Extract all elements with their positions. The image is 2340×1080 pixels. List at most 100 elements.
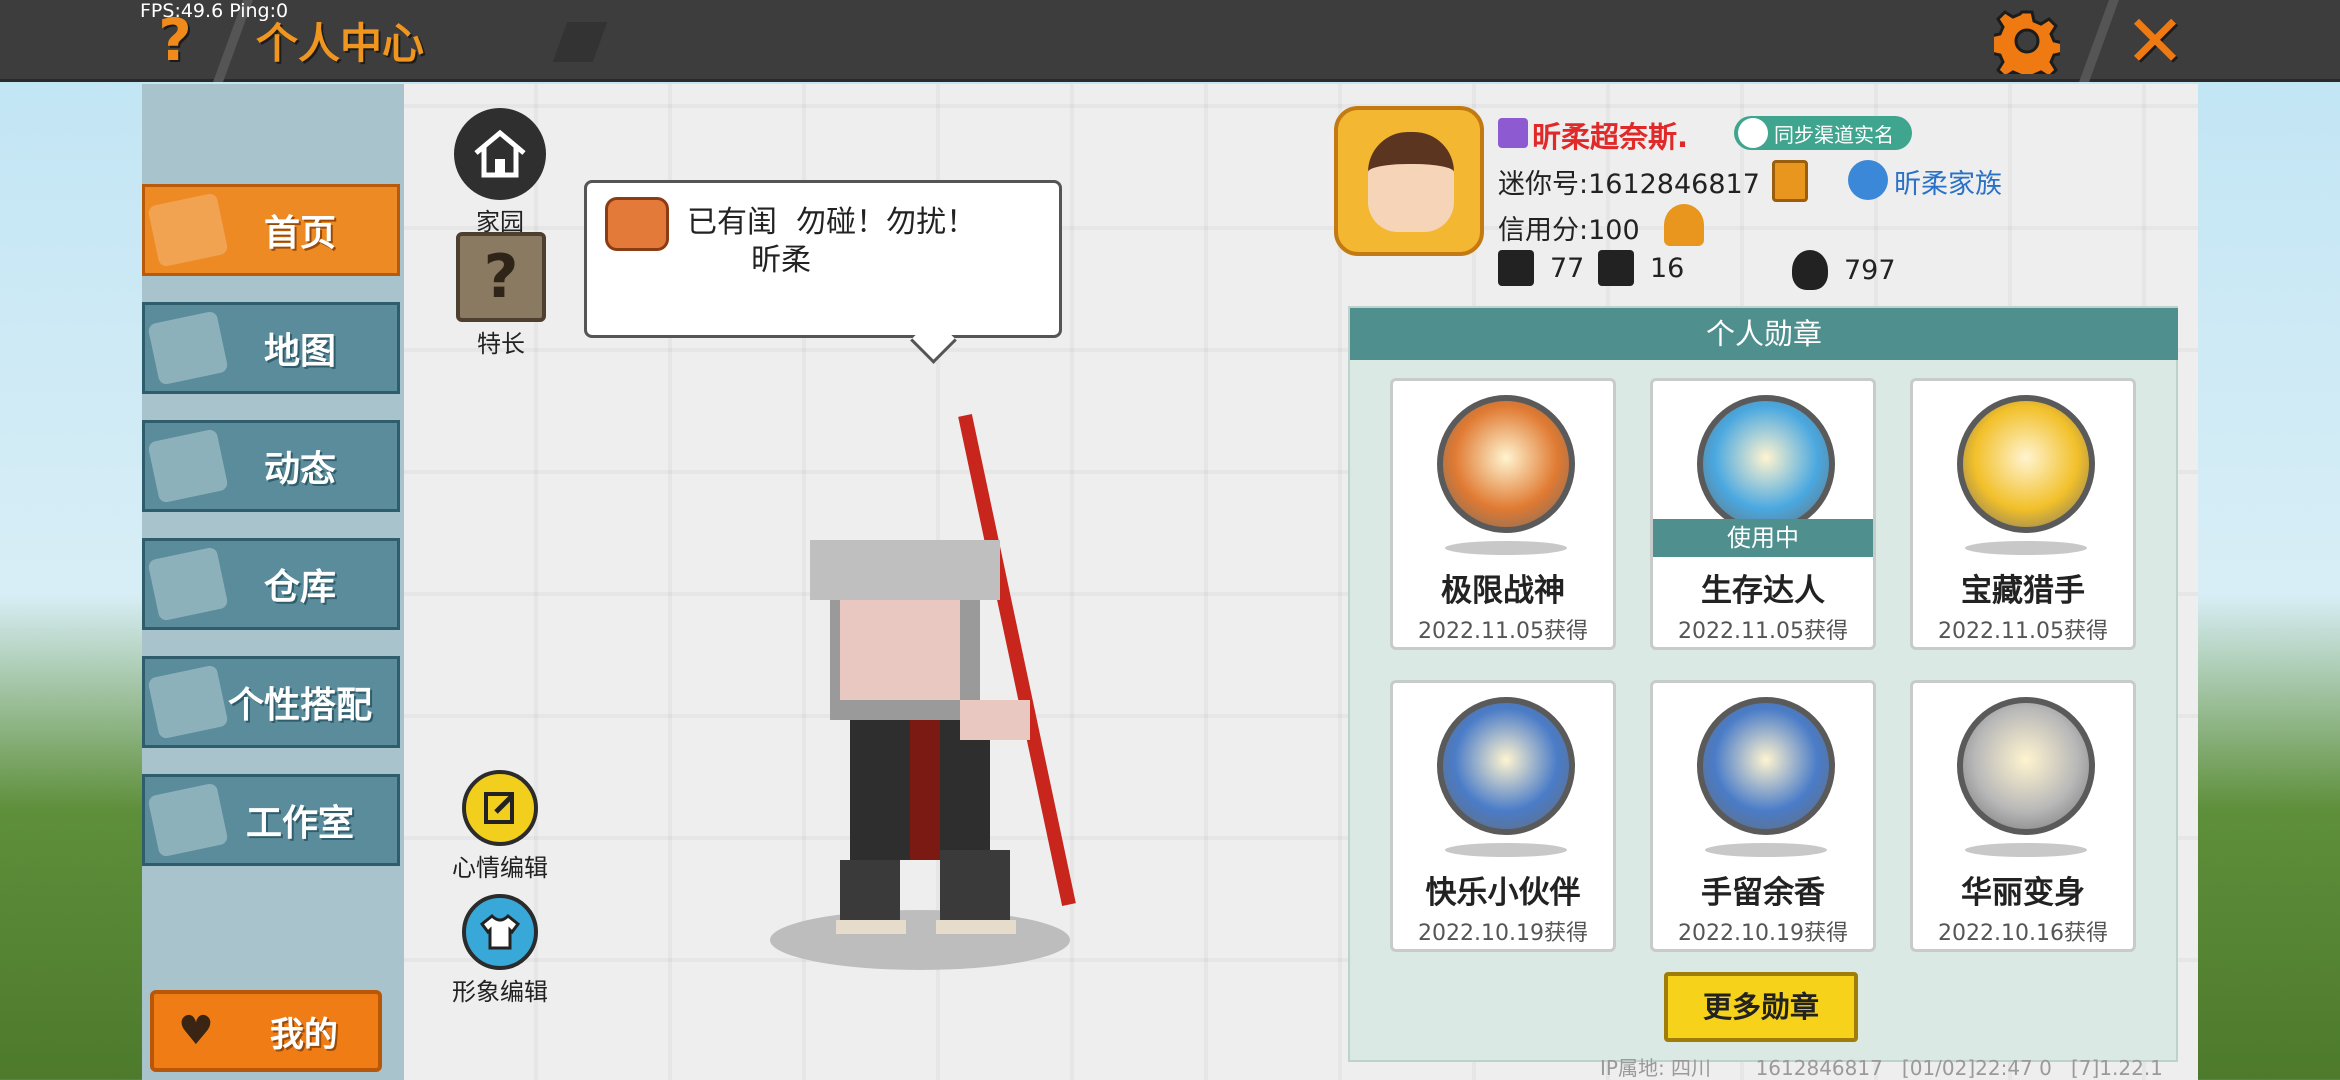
badge-name: 极限战神 — [1441, 573, 1565, 609]
credit-score: 信用分:100 — [1498, 215, 1640, 246]
footer-time: [01/02]22:47 0 — [1901, 1056, 2052, 1080]
transform-medal-icon — [1957, 697, 2095, 835]
badge-card[interactable]: 手留余香 2022.10.19获得 — [1650, 680, 1876, 952]
family-name[interactable]: 昕柔家族 — [1894, 162, 2002, 201]
mood-face-icon — [605, 197, 669, 251]
player-avatar — [770, 414, 1076, 970]
nav-item-warehouse[interactable]: 仓库 — [142, 538, 400, 630]
badge-card[interactable]: 宝藏猎手 2022.11.05获得 — [1910, 378, 2136, 650]
top-bar: ? 个人中心 ✕ — [0, 0, 2340, 82]
more-badges-button[interactable]: 更多勋章 — [1664, 972, 1858, 1042]
side-nav: 首页 地图 动态 仓库 个性搭配 工作室 — [142, 84, 404, 1080]
avatar-edit-label: 形象编辑 — [452, 978, 548, 1006]
friends-medal-icon — [1437, 697, 1575, 835]
home-garden-button[interactable]: 家园 — [454, 108, 546, 237]
fps-readout: FPS:49.6 Ping:0 — [140, 0, 289, 22]
ip-location: IP属地: 四川 — [1600, 1056, 1712, 1080]
badge-date: 2022.10.19获得 — [1418, 921, 1588, 946]
badge-date: 2022.10.19获得 — [1678, 921, 1848, 946]
family-star-icon[interactable] — [1848, 160, 1888, 200]
home-icon — [147, 192, 229, 268]
treasure-medal-icon — [1957, 395, 2095, 533]
nav-label: 地图 — [263, 331, 336, 372]
divider — [2079, 0, 2119, 82]
gear-icon[interactable] — [1994, 8, 2060, 74]
shirt-icon — [462, 894, 538, 970]
badge-date: 2022.11.05获得 — [1678, 619, 1848, 644]
badge-name: 华丽变身 — [1961, 875, 2085, 911]
vip-crown-icon — [1498, 118, 1528, 148]
studio-icon — [147, 782, 229, 858]
badge-shadow — [1705, 843, 1827, 857]
house-icon — [454, 108, 546, 200]
footer-info: IP属地: 四川 1612846817 [01/02]22:47 0 [7]1.… — [1600, 1052, 2163, 1080]
mine-label: 我的 — [269, 1014, 338, 1055]
nav-item-outfit[interactable]: 个性搭配 — [142, 656, 400, 748]
question-icon: ? — [456, 232, 546, 322]
nav-label: 个性搭配 — [227, 685, 372, 726]
stat-fans-value: 16 — [1650, 252, 1685, 284]
badge-name: 快乐小伙伴 — [1425, 875, 1581, 911]
person-icon[interactable] — [1664, 204, 1704, 246]
badge-shadow — [1965, 541, 2087, 555]
footer-version: [7]1.22.1 — [2070, 1056, 2163, 1080]
cheer-icon — [1598, 250, 1634, 286]
stat-popularity: 797 — [1792, 250, 1896, 290]
sync-realname-label: 同步渠道实名 — [1774, 122, 1894, 147]
map-icon — [147, 310, 229, 386]
pencil-icon — [462, 770, 538, 846]
fire-medal-icon — [1697, 395, 1835, 533]
outfit-icon — [147, 664, 229, 740]
badge-name: 手留余香 — [1701, 875, 1825, 911]
badge-card[interactable]: 使用中 生存达人 2022.11.05获得 — [1650, 378, 1876, 650]
nav-label: 仓库 — [263, 567, 336, 608]
footer-uid: 1612846817 — [1755, 1056, 1883, 1080]
box-icon — [147, 546, 229, 622]
fragrance-medal-icon — [1697, 697, 1835, 835]
plus-icon — [1498, 250, 1534, 286]
badge-date: 2022.11.05获得 — [1938, 619, 2108, 644]
mood-text-line1: 已有闺 勿碰！勿扰！ — [687, 205, 977, 240]
nav-item-map[interactable]: 地图 — [142, 302, 400, 394]
badge-date: 2022.11.05获得 — [1418, 619, 1588, 644]
stat-fans: 16 — [1598, 250, 1684, 286]
badge-card[interactable]: 极限战神 2022.11.05获得 — [1390, 378, 1616, 650]
badge-card[interactable]: 华丽变身 2022.10.16获得 — [1910, 680, 2136, 952]
copy-id-icon[interactable] — [1772, 160, 1808, 202]
badge-shadow — [1445, 843, 1567, 857]
bell-icon — [147, 428, 229, 504]
badge-card[interactable]: 快乐小伙伴 2022.10.19获得 — [1390, 680, 1616, 952]
mood-speech-bubble: 已有闺 勿碰！勿扰！ 昕柔 — [584, 180, 1062, 338]
badge-shadow — [1965, 843, 2087, 857]
username: 昕柔超奈斯. — [1532, 120, 1689, 154]
nav-label: 工作室 — [245, 803, 354, 844]
badge-date: 2022.10.16获得 — [1938, 921, 2108, 946]
person-check-icon — [1738, 118, 1768, 148]
stat-plus-value: 77 — [1550, 252, 1585, 284]
fire-icon — [1792, 250, 1828, 290]
mood-edit-label: 心情编辑 — [452, 854, 548, 882]
badge-name: 生存达人 — [1701, 573, 1825, 609]
talent-button[interactable]: ? 特长 — [456, 232, 546, 359]
mood-edit-button[interactable]: 心情编辑 — [452, 770, 548, 883]
heart-icon: ♥ — [178, 1008, 214, 1054]
close-icon[interactable]: ✕ — [2120, 5, 2190, 77]
nav-label: 首页 — [263, 213, 336, 254]
stat-plus: 77 — [1498, 250, 1584, 286]
boss-medal-icon — [1437, 395, 1575, 533]
badges-header: 个人勋章 — [1350, 308, 2178, 360]
badge-name: 宝藏猎手 — [1961, 573, 2085, 609]
nav-item-studio[interactable]: 工作室 — [142, 774, 400, 866]
avatar-face — [1368, 132, 1454, 232]
stat-popularity-value: 797 — [1844, 254, 1896, 286]
mood-text-line2: 昕柔 — [751, 243, 811, 278]
profile-avatar[interactable] — [1334, 106, 1484, 256]
talent-label: 特长 — [477, 330, 525, 358]
nav-item-home[interactable]: 首页 — [142, 184, 400, 276]
nav-item-feed[interactable]: 动态 — [142, 420, 400, 512]
decor-stripe — [552, 22, 608, 62]
avatar-edit-button[interactable]: 形象编辑 — [452, 894, 548, 1007]
nav-label: 动态 — [263, 449, 336, 490]
sync-realname-button[interactable]: 同步渠道实名 — [1734, 116, 1912, 150]
mine-button[interactable]: ♥ 我的 — [150, 990, 382, 1072]
